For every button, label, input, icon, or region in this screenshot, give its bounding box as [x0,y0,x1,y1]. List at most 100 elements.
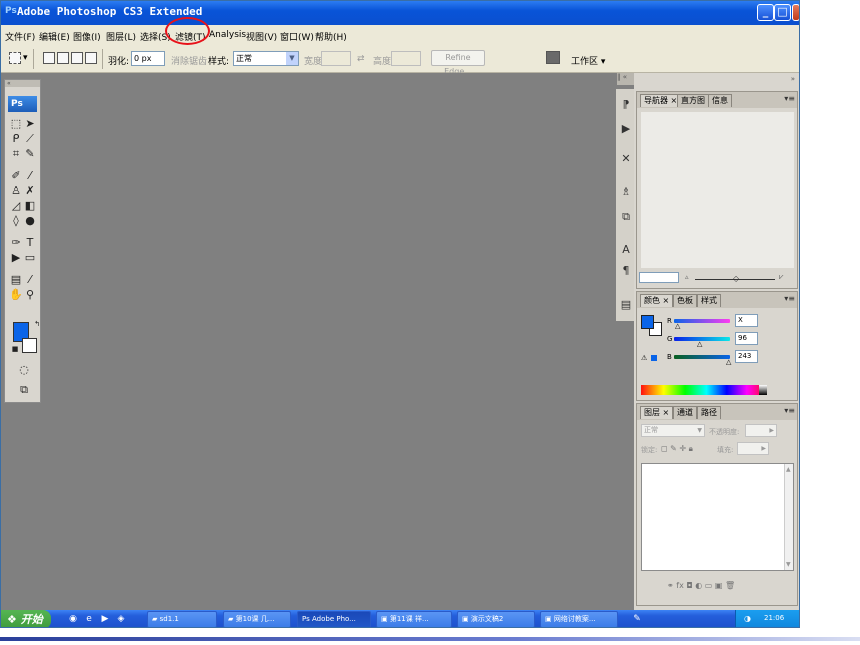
new-selection-icon[interactable] [43,52,55,64]
close-button[interactable] [792,4,799,21]
eyedropper-tool-icon[interactable]: ⁄ [23,273,37,286]
tab-info[interactable]: 信息 [708,94,732,107]
type-tool-icon[interactable]: T [23,236,37,249]
menu-edit[interactable]: 编辑(E) [39,30,70,43]
slider-thumb-icon[interactable]: △ [675,322,680,330]
start-button[interactable]: ❖ 开始 [1,610,51,627]
panel-expand-icon[interactable]: » [791,75,795,83]
tab-navigator[interactable]: 导航器 × [640,94,682,107]
blur-tool-icon[interactable]: ◊ [9,214,23,227]
history-brush-tool-icon[interactable]: ✗ [23,184,37,197]
style-select[interactable]: 正常 ▼ [233,51,299,66]
delete-layer-icon[interactable]: 🗑︎ [725,581,735,590]
minimize-button[interactable]: _ [757,4,774,21]
taskbar-item-active[interactable]: Ps Adobe Pho... [297,611,371,627]
crop-tool-icon[interactable]: ⌗ [9,147,23,160]
menu-layer[interactable]: 图层(L) [106,30,136,43]
lasso-tool-icon[interactable]: ᑭ [9,132,23,145]
blend-mode-select[interactable]: 正常 ▼ [641,424,705,437]
add-to-selection-icon[interactable] [57,52,69,64]
clone-stamp-tool-icon[interactable]: ♙ [9,184,23,197]
height-input[interactable] [391,51,421,66]
layers-scrollbar[interactable]: ▲ ▼ [784,464,793,570]
channel-g-value[interactable]: 96 [735,332,758,345]
navigator-preview[interactable] [641,112,794,268]
panel-menu-icon[interactable]: ▾≡ [784,94,795,103]
zoom-tool-icon[interactable]: ⚲ [23,288,37,301]
taskbar-item[interactable]: ▰ 第10课 几... [223,611,291,627]
ps-logo[interactable]: Ps [8,96,37,112]
character-panel-icon[interactable]: A [618,242,634,258]
menu-file[interactable]: 文件(F) [5,30,35,43]
slider-thumb-icon[interactable]: △ [726,358,731,366]
zoom-out-icon[interactable]: ▵ [685,273,689,281]
navigator-zoom-input[interactable] [639,272,679,283]
refine-edge-button[interactable]: Refine Edge... [431,50,485,76]
pen-tool-icon[interactable]: ✑ [9,236,23,249]
marquee-tool-icon[interactable]: ⬚ [9,117,23,130]
menu-image[interactable]: 图像(I) [73,30,101,43]
color-spectrum-ramp[interactable] [641,385,767,395]
brush-tool-icon[interactable]: ⁄ [23,169,37,182]
media-player-icon[interactable]: ▶ [99,613,111,625]
marquee-tool-icon[interactable] [9,52,21,64]
antialias-checkbox[interactable]: 消除锯齿 [171,54,207,67]
new-layer-icon[interactable]: ▣ [715,581,723,590]
explorer-icon[interactable]: ◈ [115,613,127,625]
layer-comps-panel-icon[interactable]: ⧉ [618,209,634,225]
notes-tool-icon[interactable]: ▤ [9,273,23,286]
slice-tool-icon[interactable]: ✎ [23,147,37,160]
taskbar-item[interactable]: ▣ 网络讨教案... [540,611,618,627]
lock-icons[interactable]: ◻ ✎ ✛ 🔒︎ [661,444,693,454]
layer-style-icon[interactable]: fx [676,581,684,590]
language-bar-icon[interactable]: ✎ [631,613,643,625]
panel-menu-icon[interactable]: ▾≡ [784,294,795,303]
channel-b-slider[interactable] [674,355,730,359]
workspace-menu[interactable]: 工作区 ▾ [571,54,605,67]
link-layers-icon[interactable]: ⚭ [667,581,674,590]
menu-window[interactable]: 窗口(W) [280,30,314,43]
fill-input[interactable]: ▶ [737,442,769,455]
network-icon[interactable]: ◑ [744,614,751,623]
subtract-from-selection-icon[interactable] [71,52,83,64]
channel-b-value[interactable]: 243 [735,350,758,363]
tab-layers[interactable]: 图层 × [640,406,674,419]
taskbar-item[interactable]: ▣ 第11课 祥... [376,611,452,627]
tool-preset-arrow-icon[interactable]: ▾ [23,53,28,63]
gradient-tool-icon[interactable]: ◧ [23,199,37,212]
maximize-button[interactable]: □ [774,4,791,21]
scroll-up-icon[interactable]: ▲ [786,466,791,473]
taskbar-item[interactable]: ▣ 演示文稿2 [457,611,535,627]
channel-r-slider[interactable] [674,319,730,323]
bridge-icon[interactable] [546,51,560,64]
taskbar-item[interactable]: ▰ sd1.1 [147,611,217,627]
history-panel-icon[interactable]: ▤ [618,297,634,313]
menu-analysis[interactable]: Analysis [209,30,246,40]
tab-styles[interactable]: 样式 [697,294,721,307]
tab-paths[interactable]: 路径 [697,406,721,419]
screen-mode-icon[interactable]: ⧉ [16,383,32,396]
move-tool-icon[interactable]: ➤ [23,117,37,130]
adjustment-layer-icon[interactable]: ◐ [695,581,702,590]
path-selection-tool-icon[interactable]: ▶ [9,251,23,264]
color-foreground-swatch[interactable] [641,315,654,329]
width-input[interactable] [321,51,351,66]
gamut-warning-icon[interactable]: ⚠ [641,354,647,362]
panel-menu-icon[interactable]: ▾≡ [784,406,795,415]
shape-tool-icon[interactable]: ▭ [23,251,37,264]
gamut-swatch[interactable] [651,355,657,361]
dodge-tool-icon[interactable]: ● [23,214,37,227]
swap-colors-icon[interactable]: ↰ [30,318,44,331]
title-bar[interactable]: Ps Adobe Photoshop CS3 Extended _ □ [1,1,799,25]
slider-thumb-icon[interactable]: ◇ [733,274,739,283]
black-white-ramp[interactable] [759,385,767,395]
layer-mask-icon[interactable]: ◘ [686,581,692,590]
tab-swatches[interactable]: 色板 [673,294,697,307]
zoom-in-icon[interactable]: ⩗ [779,272,784,282]
background-color-swatch[interactable] [22,338,37,353]
tab-color[interactable]: 颜色 × [640,294,674,307]
hand-tool-icon[interactable]: ✋ [9,288,23,301]
default-colors-icon[interactable]: ■ [8,343,22,356]
feather-input[interactable]: 0 px [131,51,165,66]
menu-view[interactable]: 视图(V) [246,30,277,43]
